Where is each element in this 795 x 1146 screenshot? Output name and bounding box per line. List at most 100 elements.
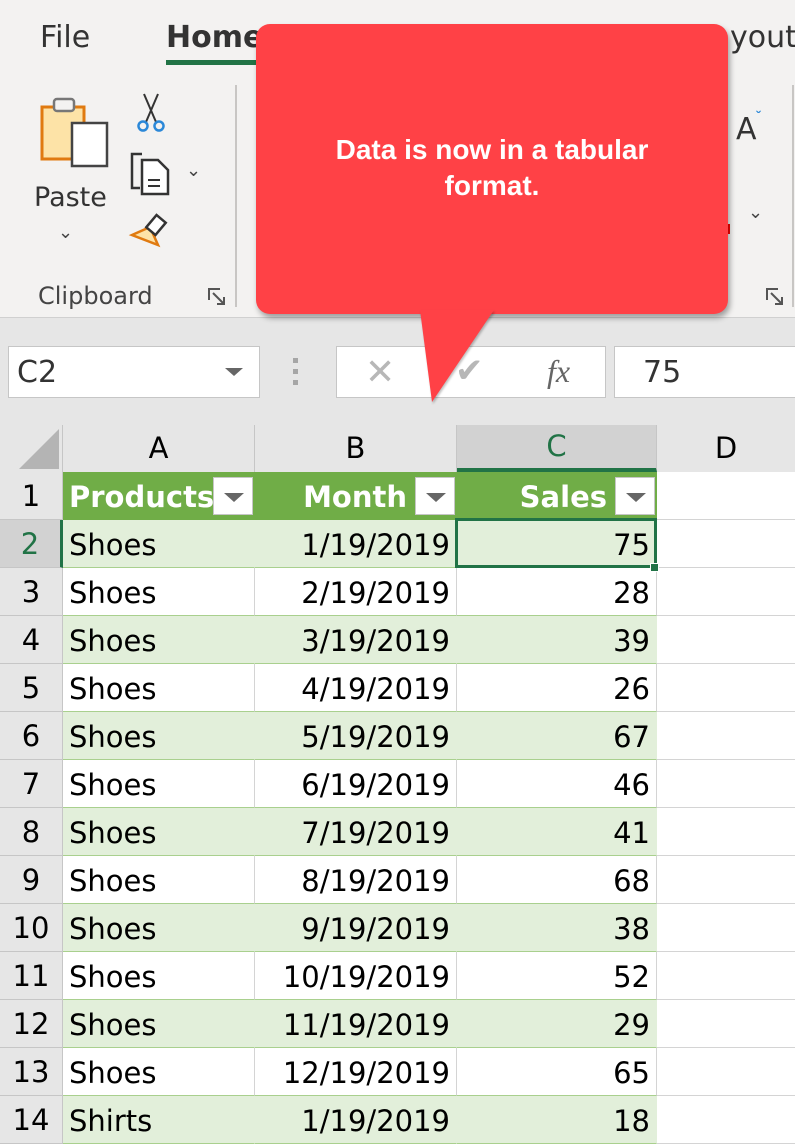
row-header[interactable]: 3 xyxy=(0,568,63,616)
cell-products[interactable]: Shoes xyxy=(63,712,255,760)
cell-sales[interactable]: 39 xyxy=(457,616,657,664)
cell-products[interactable]: Shoes xyxy=(63,616,255,664)
format-painter-icon[interactable] xyxy=(128,213,172,253)
cell-products[interactable]: Shoes xyxy=(63,952,255,1000)
cell-empty[interactable] xyxy=(657,664,795,712)
cell-sales[interactable]: 46 xyxy=(457,760,657,808)
tab-page-layout[interactable]: yout xyxy=(730,20,795,55)
tab-file[interactable]: File xyxy=(40,20,90,55)
cell-sales[interactable]: 18 xyxy=(457,1096,657,1144)
paste-dropdown-chevron-icon[interactable]: ⌄ xyxy=(58,222,73,243)
cell-month[interactable]: 10/19/2019 xyxy=(255,952,457,1000)
formula-input[interactable]: 75 xyxy=(614,346,795,398)
row-header[interactable]: 4 xyxy=(0,616,63,664)
cell-products[interactable]: Shoes xyxy=(63,520,255,568)
row-header[interactable]: 10 xyxy=(0,904,63,952)
cell-month[interactable]: 2/19/2019 xyxy=(255,568,457,616)
column-header-c[interactable]: C xyxy=(457,425,657,472)
cell-empty[interactable] xyxy=(657,568,795,616)
cell-sales[interactable]: 67 xyxy=(457,712,657,760)
tab-home[interactable]: Home xyxy=(166,20,263,55)
cell-month[interactable]: 6/19/2019 xyxy=(255,760,457,808)
cell-month[interactable]: 9/19/2019 xyxy=(255,904,457,952)
cell-empty[interactable] xyxy=(657,952,795,1000)
cut-icon[interactable] xyxy=(134,92,168,134)
cell-sales[interactable]: 65 xyxy=(457,1048,657,1096)
filter-dropdown-button[interactable] xyxy=(415,477,455,515)
row-header[interactable]: 2 xyxy=(0,520,63,568)
table-header-cell[interactable]: Sales xyxy=(457,472,657,520)
cell-empty[interactable] xyxy=(657,616,795,664)
cell-month[interactable]: 12/19/2019 xyxy=(255,1048,457,1096)
row-header[interactable]: 5 xyxy=(0,664,63,712)
row-header[interactable]: 12 xyxy=(0,1000,63,1048)
cell-empty[interactable] xyxy=(657,904,795,952)
cell-month[interactable]: 1/19/2019 xyxy=(255,1096,457,1144)
cell-month[interactable]: 4/19/2019 xyxy=(255,664,457,712)
cancel-icon[interactable]: ✕ xyxy=(365,351,395,393)
cell-month[interactable]: 8/19/2019 xyxy=(255,856,457,904)
cell-products[interactable]: Shirts xyxy=(63,1096,255,1144)
filter-dropdown-button[interactable] xyxy=(213,477,253,515)
cell-empty[interactable] xyxy=(657,856,795,904)
cell-products[interactable]: Shoes xyxy=(63,664,255,712)
name-box-value: C2 xyxy=(17,355,58,390)
table-header-cell[interactable]: Products xyxy=(63,472,255,520)
cell-empty[interactable] xyxy=(657,1000,795,1048)
column-header-d[interactable]: D xyxy=(657,425,795,472)
cell-empty[interactable] xyxy=(657,1048,795,1096)
cell-products[interactable]: Shoes xyxy=(63,568,255,616)
filter-dropdown-button[interactable] xyxy=(615,477,655,515)
column-header-a[interactable]: A xyxy=(63,425,255,472)
cell-empty[interactable] xyxy=(657,760,795,808)
cell-sales[interactable]: 26 xyxy=(457,664,657,712)
row-header[interactable]: 7 xyxy=(0,760,63,808)
cell-products[interactable]: Shoes xyxy=(63,1000,255,1048)
cell-month[interactable]: 7/19/2019 xyxy=(255,808,457,856)
font-color-dropdown-chevron-icon[interactable]: ⌄ xyxy=(748,202,763,223)
cell-sales[interactable]: 68 xyxy=(457,856,657,904)
cell-sales[interactable]: 38 xyxy=(457,904,657,952)
row-header[interactable]: 11 xyxy=(0,952,63,1000)
group-separator xyxy=(792,85,794,307)
name-box-dropdown-icon[interactable] xyxy=(225,368,243,376)
cell-month[interactable]: 11/19/2019 xyxy=(255,1000,457,1048)
cell-sales[interactable]: 28 xyxy=(457,568,657,616)
cell-month[interactable]: 3/19/2019 xyxy=(255,616,457,664)
row-header[interactable]: 14 xyxy=(0,1096,63,1144)
cell-products[interactable]: Shoes xyxy=(63,808,255,856)
fill-handle[interactable] xyxy=(650,563,659,572)
font-dialog-launcher-icon[interactable] xyxy=(766,288,784,306)
row-header[interactable]: 8 xyxy=(0,808,63,856)
row-header[interactable]: 9 xyxy=(0,856,63,904)
column-header-b[interactable]: B xyxy=(255,425,457,472)
formula-bar-resize-handle[interactable] xyxy=(293,358,299,386)
row-header[interactable]: 13 xyxy=(0,1048,63,1096)
cell-empty[interactable] xyxy=(657,1096,795,1144)
cell-sales[interactable]: 29 xyxy=(457,1000,657,1048)
cell-empty[interactable] xyxy=(657,808,795,856)
row-header[interactable]: 6 xyxy=(0,712,63,760)
table-header-cell[interactable]: Month xyxy=(255,472,457,520)
copy-dropdown-chevron-icon[interactable]: ⌄ xyxy=(186,160,201,181)
cell-month[interactable]: 1/19/2019 xyxy=(255,520,457,568)
clipboard-dialog-launcher-icon[interactable] xyxy=(208,288,226,306)
cell-sales[interactable]: 52 xyxy=(457,952,657,1000)
cell-empty[interactable] xyxy=(657,712,795,760)
insert-function-button[interactable]: fx xyxy=(547,353,570,390)
cell-sales[interactable]: 75 xyxy=(457,520,657,568)
cell-month[interactable]: 5/19/2019 xyxy=(255,712,457,760)
cell-sales[interactable]: 41 xyxy=(457,808,657,856)
cell-empty[interactable] xyxy=(657,472,795,520)
cell-products[interactable]: Shoes xyxy=(63,1048,255,1096)
clipboard-group-label: Clipboard xyxy=(38,282,153,310)
name-box[interactable]: C2 xyxy=(8,346,260,398)
cell-products[interactable]: Shoes xyxy=(63,856,255,904)
copy-icon[interactable] xyxy=(128,152,172,196)
cell-empty[interactable] xyxy=(657,520,795,568)
cell-products[interactable]: Shoes xyxy=(63,760,255,808)
row-header[interactable]: 1 xyxy=(0,472,63,520)
font-size-icon[interactable]: A xyxy=(736,112,757,147)
select-all-button[interactable] xyxy=(0,425,63,472)
cell-products[interactable]: Shoes xyxy=(63,904,255,952)
